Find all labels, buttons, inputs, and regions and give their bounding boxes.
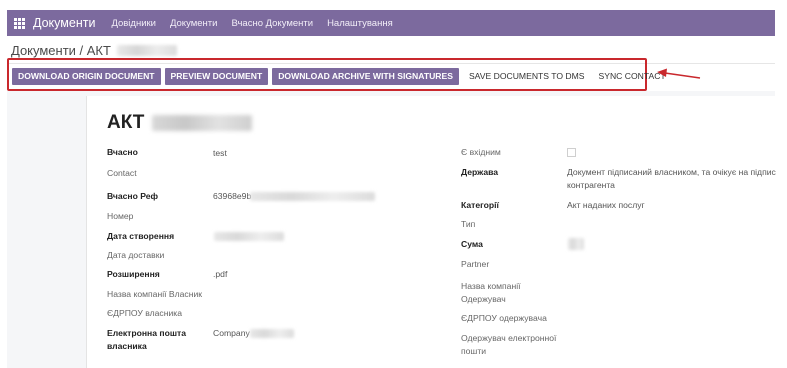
redacted-sum <box>568 238 584 250</box>
record-title-text: АКТ <box>107 112 145 133</box>
field-label-extension: Розширення <box>107 269 160 279</box>
redacted-ref <box>250 192 375 201</box>
save-to-dms-button[interactable]: SAVE DOCUMENTS TO DMS <box>463 68 591 85</box>
download-archive-button[interactable]: DOWNLOAD ARCHIVE WITH SIGNATURES <box>272 67 459 85</box>
field-value-vchasno-ref[interactable]: 63968e9b <box>213 190 251 203</box>
field-label-recipient-company-2: Одержувач <box>461 294 506 304</box>
field-label-owner-edrpou: ЄДРПОУ власника <box>107 308 182 318</box>
field-value-state-1: Документ підписаний власником, та очікує… <box>567 167 776 177</box>
field-label-delivery: Дата доставки <box>107 250 165 260</box>
nav-item-settings[interactable]: Налаштування <box>327 18 393 29</box>
field-label-type: Тип <box>461 219 476 229</box>
field-value-categories[interactable]: Акт наданих послуг <box>567 199 645 212</box>
field-label-categories: Категорії <box>461 200 499 210</box>
field-label-created: Дата створення <box>107 231 175 241</box>
field-label-owner-company: Назва компанії Власник <box>107 289 203 299</box>
field-value-extension[interactable]: .pdf <box>213 268 227 281</box>
redacted-created-date <box>214 232 284 241</box>
field-label-recipient-email-1: Одержувач електронної <box>461 333 557 343</box>
incoming-checkbox[interactable] <box>567 148 576 157</box>
app-title[interactable]: Документи <box>33 16 95 30</box>
breadcrumb: Документи / АКТ <box>11 43 177 58</box>
nav-item-dovidnyky[interactable]: Довідники <box>111 18 156 29</box>
field-label-vchasno-ref: Вчасно Реф <box>107 191 159 201</box>
field-label-owner-email-2: власника <box>107 341 147 351</box>
apps-grid-icon[interactable] <box>14 17 25 29</box>
record-title: АКТ <box>107 112 253 134</box>
preview-document-button[interactable]: PREVIEW DOCUMENT <box>164 67 269 85</box>
download-origin-button[interactable]: DOWNLOAD ORIGIN DOCUMENT <box>12 67 161 85</box>
field-value-vchasno[interactable]: test <box>213 147 227 160</box>
form-sheet <box>86 96 775 368</box>
arrow-left-icon <box>657 68 701 79</box>
field-label-recipient-email-2: пошти <box>461 346 487 356</box>
action-toolbar: DOWNLOAD ORIGIN DOCUMENT PREVIEW DOCUMEN… <box>12 67 674 85</box>
field-label-recipient-edrpou: ЄДРПОУ одержувача <box>461 313 547 323</box>
redacted-email <box>250 329 294 338</box>
field-value-state-2: контрагента <box>567 180 615 190</box>
field-label-owner-email-1: Електронна пошта <box>107 328 187 338</box>
field-label-vchasno: Вчасно <box>107 147 138 157</box>
field-label-recipient-company-1: Назва компанії <box>461 281 521 291</box>
nav-item-dokumenty[interactable]: Документи <box>170 18 217 29</box>
nav-item-vchasno-dokumenty[interactable]: Вчасно Документи <box>231 18 313 29</box>
redacted-breadcrumb <box>116 45 177 56</box>
redacted-title <box>152 115 253 131</box>
field-label-contact: Contact <box>107 168 137 178</box>
field-value-owner-email[interactable]: Company <box>213 327 250 340</box>
field-label-incoming: Є вхідним <box>461 147 501 157</box>
field-label-nomer: Номер <box>107 211 134 221</box>
field-label-partner: Partner <box>461 259 490 269</box>
top-navbar: Документи Довідники Документи Вчасно Док… <box>7 10 775 36</box>
field-label-sum: Сума <box>461 239 483 249</box>
field-label-state: Держава <box>461 167 499 177</box>
breadcrumb-text[interactable]: Документи / АКТ <box>11 43 111 58</box>
